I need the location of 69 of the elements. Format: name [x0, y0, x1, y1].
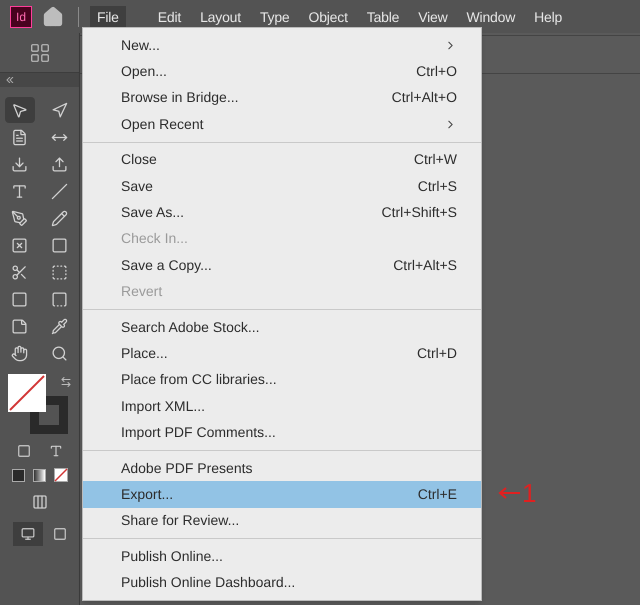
shortcut-label: Ctrl+Alt+S [393, 256, 457, 275]
menu-item[interactable]: Share for Review... [83, 508, 481, 534]
color-swatch[interactable] [12, 468, 24, 482]
zoom-icon [51, 344, 68, 362]
mode-icon[interactable] [32, 494, 48, 510]
container-icon[interactable] [16, 444, 30, 458]
menu-bar-item[interactable]: View [411, 6, 455, 33]
menu-item[interactable]: Open... Ctrl+O [83, 58, 481, 85]
menu-item[interactable]: Search Adobe Stock... [83, 314, 481, 340]
menu-item[interactable]: New... [83, 32, 481, 58]
menu-item[interactable]: Import PDF Comments... [83, 419, 481, 446]
menu-bar-item[interactable]: Object [302, 6, 355, 33]
arrow-icon [51, 102, 68, 118]
selection-arrow-icon [11, 102, 28, 118]
grid-icon[interactable] [28, 42, 50, 64]
gradient-swatch[interactable] [32, 468, 46, 482]
menu-item[interactable]: Save As... Ctrl+Shift+S [83, 199, 481, 226]
shortcut-label: Ctrl+W [414, 150, 457, 170]
app-badge: Id [10, 6, 32, 28]
menu-bar-item[interactable]: Help [527, 6, 570, 33]
menu-item[interactable]: Place... Ctrl+D [83, 340, 481, 367]
note-icon [11, 318, 28, 334]
menu-item[interactable]: Save a Copy... Ctrl+Alt+S [83, 252, 481, 279]
none-swatch[interactable] [54, 468, 68, 482]
dashed-square-icon [51, 264, 68, 280]
menu-item[interactable]: Place from CC libraries... [83, 366, 481, 394]
crossed-frame-icon [11, 236, 28, 254]
fill-swatch[interactable] [8, 374, 46, 412]
page-icon [11, 128, 28, 146]
shortcut-label: Ctrl+E [418, 484, 457, 504]
shortcut-label: Ctrl+D [416, 344, 457, 363]
menu-item[interactable]: Import XML... [83, 393, 481, 420]
menu-item[interactable]: Close Ctrl+W [83, 146, 481, 173]
annotation-arrow [498, 487, 520, 499]
eyedropper-icon [51, 318, 68, 334]
line-icon [51, 182, 68, 200]
gradient-square-icon [11, 290, 28, 308]
menu-item[interactable]: Export... Ctrl+E [83, 481, 481, 508]
menu-item[interactable]: Adobe PDF Presents [83, 454, 481, 482]
collapse-icon[interactable] [6, 77, 14, 83]
shortcut-label: Ctrl+S [418, 176, 457, 196]
menu-item[interactable]: Open Recent [83, 111, 481, 138]
menu-item[interactable]: Publish Online... [83, 543, 481, 570]
home-icon[interactable] [42, 6, 64, 28]
shortcut-label: Ctrl+Alt+O [392, 88, 457, 108]
menu-item[interactable]: Publish Online Dashboard... [83, 569, 481, 596]
scissors-icon [11, 264, 28, 280]
rectangle-icon [51, 236, 68, 254]
shortcut-label: Ctrl+Shift+S [382, 203, 457, 222]
annotation-label: 1 [522, 480, 536, 506]
feather-square-icon [51, 290, 68, 308]
pen-icon [11, 210, 28, 226]
tool-button[interactable] [4, 97, 34, 123]
swap-icon[interactable] [60, 376, 72, 388]
pencil-icon [51, 210, 68, 226]
screen-mode-icon[interactable] [52, 527, 66, 541]
hand-icon [11, 344, 28, 362]
tray-down-arrow-icon [11, 156, 28, 172]
menu-bar-item[interactable]: Layout [193, 6, 248, 33]
menu-item[interactable]: Save Ctrl+S [83, 172, 481, 200]
text-icon[interactable] [48, 444, 62, 458]
shortcut-label: Ctrl+O [416, 62, 457, 82]
menu-bar-item[interactable]: Table [360, 6, 406, 33]
view-icon[interactable] [20, 527, 34, 541]
menu-bar-item[interactable]: Type [252, 6, 296, 33]
menu-bar-item[interactable]: Window [460, 6, 522, 33]
text-icon [11, 182, 28, 200]
menu-item[interactable]: Browse in Bridge... Ctrl+Alt+O [83, 84, 481, 112]
menu-bar-item[interactable]: Edit [150, 6, 188, 33]
